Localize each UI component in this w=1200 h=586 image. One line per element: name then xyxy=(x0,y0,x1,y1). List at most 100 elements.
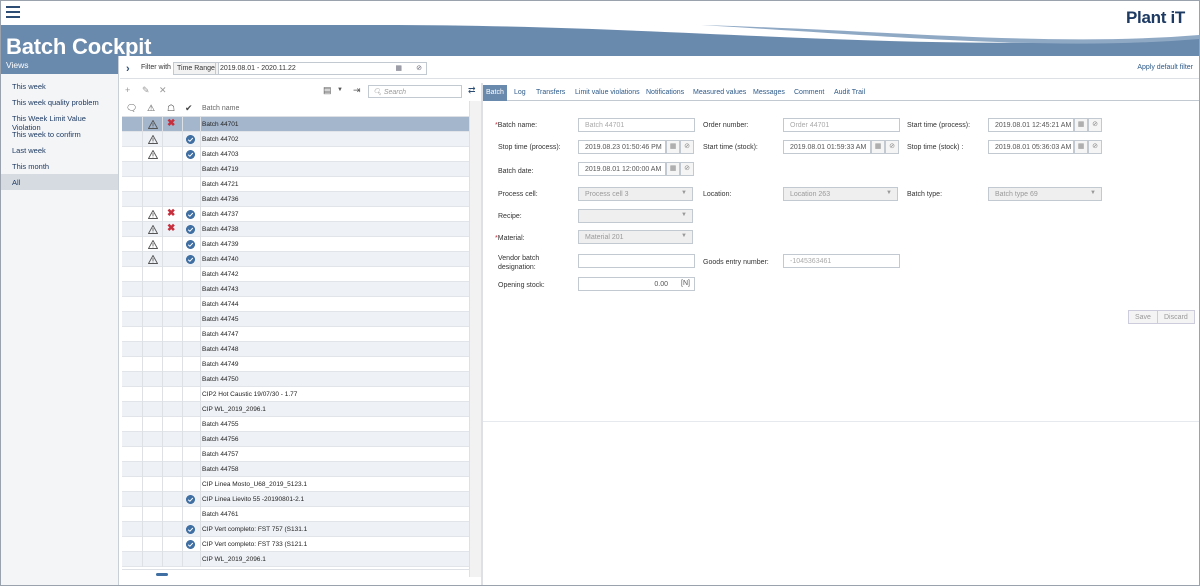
table-row[interactable]: Batch 44758 xyxy=(122,462,469,477)
tab-limit-value-violations[interactable]: Limit value violations xyxy=(572,85,643,101)
calendar-icon[interactable]: ▦ xyxy=(871,140,885,154)
tab-notifications[interactable]: Notifications xyxy=(643,85,687,101)
time-range-input[interactable]: 2019.08.01 - 2020.11.22 ▦ ⊘ xyxy=(215,62,427,75)
tab-audit-trail[interactable]: Audit Trail xyxy=(831,85,868,101)
batch-date-label: Batch date: xyxy=(498,168,534,175)
view-this-week[interactable]: This week xyxy=(1,78,118,94)
calendar-icon[interactable]: ▦ xyxy=(666,162,680,176)
save-button[interactable]: Save xyxy=(1128,310,1158,324)
batch-name-input[interactable]: Batch 44701 xyxy=(578,118,695,132)
column-settings-icon[interactable]: ⇥ xyxy=(353,85,361,96)
opening-stock-input[interactable]: 0.00 [N] xyxy=(578,277,695,291)
table-row[interactable]: Batch 44757 xyxy=(122,447,469,462)
stop-time-process-input[interactable]: 2019.08.23 01:50:46 PM xyxy=(578,140,666,154)
table-row[interactable]: Batch 44761 xyxy=(122,507,469,522)
start-time-process-input[interactable]: 2019.08.01 12:45:21 AM xyxy=(988,118,1074,132)
batch-type-select[interactable]: Batch type 69 ▼ xyxy=(988,187,1102,201)
table-row[interactable]: CIP WL_2019_2096.1 xyxy=(122,552,469,567)
stop-time-stock-input[interactable]: 2019.08.01 05:36:03 AM xyxy=(988,140,1074,154)
delete-icon[interactable]: ✕ xyxy=(159,85,167,96)
tab-measured-values[interactable]: Measured values xyxy=(690,85,749,101)
order-number-input[interactable]: Order 44701 xyxy=(783,118,900,132)
table-row[interactable]: CIP2 Hot Caustic 19/07/30 - 1.77 xyxy=(122,387,469,402)
clear-icon[interactable]: ⊘ xyxy=(1088,118,1102,132)
location-select[interactable]: Location 263 ▼ xyxy=(783,187,898,201)
view-last-week[interactable]: Last week xyxy=(1,142,118,158)
table-row[interactable]: CIP Vert completo: FST 733 (S121.1 xyxy=(122,537,469,552)
vertical-scrollbar[interactable] xyxy=(469,101,481,577)
table-row[interactable]: Batch 44756 xyxy=(122,432,469,447)
clear-icon[interactable]: ⊘ xyxy=(885,140,899,154)
table-row[interactable]: CIP Vert completo: FST 757 (S131.1 xyxy=(122,522,469,537)
goods-entry-number-input[interactable]: -1045363461 xyxy=(783,254,900,268)
hamburger-menu-icon[interactable] xyxy=(6,6,20,18)
panel-splitter[interactable] xyxy=(481,83,483,585)
table-row[interactable]: Batch 44749 xyxy=(122,357,469,372)
table-row[interactable]: Batch 44736 xyxy=(122,192,469,207)
table-row[interactable]: Batch 44739 xyxy=(122,237,469,252)
lock-column-icon[interactable]: ☖ xyxy=(167,103,175,114)
export-icon[interactable]: ▤ xyxy=(323,85,332,96)
table-row[interactable]: Batch 44743 xyxy=(122,282,469,297)
calendar-icon[interactable]: ▦ xyxy=(1074,118,1088,132)
expand-collapse-icon[interactable]: ⇄ xyxy=(468,85,476,96)
cell-divider xyxy=(142,447,143,462)
chevron-right-icon[interactable]: › xyxy=(126,63,130,75)
table-row[interactable]: Batch 44745 xyxy=(122,312,469,327)
edit-icon[interactable]: ✎ xyxy=(142,85,150,96)
cell-divider xyxy=(182,507,183,522)
calendar-icon[interactable]: ▦ xyxy=(666,140,680,154)
process-cell-select[interactable]: Process cell 3 ▼ xyxy=(578,187,693,201)
tab-comment[interactable]: Comment xyxy=(791,85,827,101)
table-row[interactable]: Batch 44755 xyxy=(122,417,469,432)
start-time-stock-input[interactable]: 2019.08.01 01:59:33 AM xyxy=(783,140,871,154)
clear-icon[interactable]: ⊘ xyxy=(416,64,422,72)
tab-messages[interactable]: Messages xyxy=(750,85,788,101)
table-row[interactable]: CIP Linea Lievito 55 -20190801-2.1 xyxy=(122,492,469,507)
recipe-select[interactable]: ▼ xyxy=(578,209,693,223)
tab-batch[interactable]: Batch xyxy=(483,85,507,101)
view-this-week-quality-problem[interactable]: This week quality problem xyxy=(1,94,118,110)
calendar-icon[interactable]: ▦ xyxy=(1074,140,1088,154)
clear-icon[interactable]: ⊘ xyxy=(680,162,694,176)
table-row[interactable]: ✖ Batch 44738 xyxy=(122,222,469,237)
export-dropdown-icon[interactable]: ▼ xyxy=(337,87,343,93)
comment-column-icon[interactable]: 🗨︎ xyxy=(126,103,137,114)
clear-icon[interactable]: ⊘ xyxy=(1088,140,1102,154)
table-row[interactable]: Batch 44740 xyxy=(122,252,469,267)
view-all[interactable]: All xyxy=(1,174,118,190)
table-row[interactable]: Batch 44703 xyxy=(122,147,469,162)
tab-log[interactable]: Log xyxy=(511,85,529,101)
views-sidebar: Views This week This week quality proble… xyxy=(1,56,119,585)
horizontal-scrollbar[interactable] xyxy=(122,569,469,577)
table-row[interactable]: Batch 44721 xyxy=(122,177,469,192)
clear-icon[interactable]: ⊘ xyxy=(680,140,694,154)
table-row[interactable]: CIP Linea Mosto_U68_2019_5123.1 xyxy=(122,477,469,492)
page-title: Batch Cockpit xyxy=(6,34,152,56)
confirm-column-icon[interactable]: ✔︎ xyxy=(185,103,193,114)
calendar-icon[interactable]: ▦ xyxy=(395,64,402,72)
discard-button[interactable]: Discard xyxy=(1157,310,1195,324)
table-row[interactable]: Batch 44748 xyxy=(122,342,469,357)
search-input[interactable]: 🔍︎ Search xyxy=(368,85,462,98)
view-this-week-limit-value-violation[interactable]: This Week Limit Value Violation xyxy=(1,110,118,132)
apply-default-filter-link[interactable]: Apply default filter xyxy=(1137,64,1193,71)
table-row[interactable]: Batch 44747 xyxy=(122,327,469,342)
table-row[interactable]: Batch 44719 xyxy=(122,162,469,177)
tab-transfers[interactable]: Transfers xyxy=(533,85,568,101)
table-row[interactable]: Batch 44744 xyxy=(122,297,469,312)
batch-name: Batch 44740 xyxy=(202,256,239,263)
warning-column-icon[interactable]: ⚠︎ xyxy=(147,103,155,114)
batch-date-input[interactable]: 2019.08.01 12:00:00 AM xyxy=(578,162,666,176)
view-this-month[interactable]: This month xyxy=(1,158,118,174)
table-row[interactable]: Batch 44750 xyxy=(122,372,469,387)
table-row[interactable]: Batch 44742 xyxy=(122,267,469,282)
table-row[interactable]: Batch 44702 xyxy=(122,132,469,147)
vendor-batch-designation-input[interactable] xyxy=(578,254,695,268)
material-select[interactable]: Material 201 ▼ xyxy=(578,230,693,244)
add-icon[interactable]: + xyxy=(125,85,130,95)
batch-name-column-header[interactable]: Batch name xyxy=(202,105,239,112)
table-row[interactable]: ✖ Batch 44737 xyxy=(122,207,469,222)
table-row[interactable]: ✖ Batch 44701 xyxy=(122,117,469,132)
table-row[interactable]: CIP WL_2019_2096.1 xyxy=(122,402,469,417)
